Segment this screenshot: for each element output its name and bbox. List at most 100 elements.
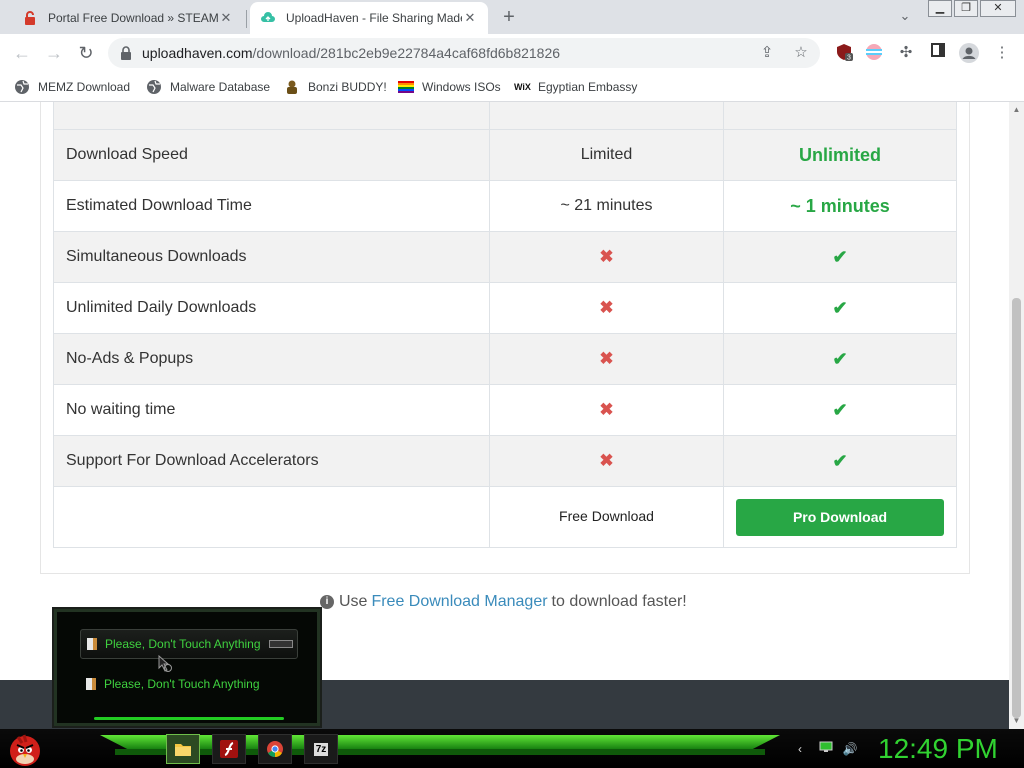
feature-label: Download Speed	[53, 129, 490, 181]
tray-chevron-icon[interactable]: ‹	[792, 741, 808, 757]
file-explorer-icon	[175, 744, 191, 756]
bookmark-egyptian-embassy[interactable]: WiX Egyptian Embassy	[514, 78, 637, 96]
page-scrollbar[interactable]: ▲ ▼	[1009, 102, 1024, 729]
extension-badge: 3	[847, 55, 851, 62]
pro-value: Unlimited	[723, 129, 957, 181]
table-row: Estimated Download Time ~ 21 minutes ~ 1…	[53, 180, 957, 232]
bookmark-label: Windows ISOs	[422, 80, 501, 94]
item-label: Please, Don't Touch Anything	[105, 637, 261, 651]
mini-bar-icon	[268, 640, 293, 648]
ublock-extension-icon[interactable]: 3	[834, 43, 854, 63]
bookmark-label: Egyptian Embassy	[538, 80, 638, 94]
pro-download-button[interactable]: Pro Download	[736, 498, 944, 536]
tab-uploadhaven[interactable]: UploadHaven - File Sharing Made Simple ✕	[250, 2, 488, 34]
profile-avatar-icon[interactable]	[959, 43, 979, 63]
tab-title: Portal Free Download » STEAMUNLOCKED	[48, 11, 218, 25]
cross-icon: ✖	[599, 247, 614, 266]
document-icon	[86, 678, 96, 690]
flag-extension-icon[interactable]	[864, 43, 884, 63]
url-host: uploadhaven.com	[142, 45, 253, 61]
close-window-button[interactable]: ✕	[980, 0, 1016, 17]
info-icon: i	[320, 595, 334, 609]
taskbar-explorer[interactable]	[166, 734, 200, 764]
close-tab-icon[interactable]: ✕	[462, 10, 478, 26]
document-icon	[87, 638, 97, 650]
scroll-thumb[interactable]	[1012, 298, 1021, 718]
cross-icon: ✖	[599, 400, 614, 419]
taskbar: 7z ‹ 🔊 12:49 PM	[0, 729, 1024, 768]
table-row: Download Speed Limited Unlimited	[53, 129, 957, 181]
fdm-link[interactable]: Free Download Manager	[371, 593, 547, 611]
taskbar-neon-strip	[100, 735, 780, 749]
kebab-menu-icon[interactable]: ⋮	[992, 43, 1012, 63]
bookmark-bonzi-buddy[interactable]: Bonzi BUDDY!	[284, 78, 387, 96]
check-icon: ✔	[832, 297, 848, 318]
bookmark-memz[interactable]: MEMZ Download	[14, 78, 130, 96]
tab-steamunlocked[interactable]: Portal Free Download » STEAMUNLOCKED ✕	[12, 2, 247, 34]
free-value: ~ 21 minutes	[489, 180, 724, 232]
list-item[interactable]: Please, Don't Touch Anything	[80, 629, 298, 659]
bookmark-windows-isos[interactable]: Windows ISOs	[398, 78, 501, 96]
free-download-link[interactable]: Free Download	[559, 508, 654, 524]
browser-toolbar: ← → ↻ uploadhaven.com/download/281bc2eb9…	[0, 34, 1024, 72]
network-icon[interactable]	[818, 741, 834, 757]
wix-icon: WiX	[514, 82, 531, 92]
feature-label: Simultaneous Downloads	[53, 231, 490, 283]
side-panel-glyph-icon	[931, 43, 945, 57]
forward-arrow-icon[interactable]: →	[42, 41, 66, 65]
list-item[interactable]: Please, Don't Touch Anything	[80, 669, 298, 699]
tab-title: UploadHaven - File Sharing Made Simple	[286, 11, 462, 25]
cross-icon: ✖	[599, 451, 614, 470]
cross-icon: ✖	[599, 298, 614, 317]
minimize-button[interactable]: ▁	[928, 0, 952, 17]
taskbar-chrome[interactable]	[258, 734, 292, 764]
feature-label: No waiting time	[53, 384, 490, 436]
download-buttons-row: Free Download Pro Download	[53, 486, 957, 548]
table-header-row	[53, 102, 957, 130]
scroll-down-icon[interactable]: ▼	[1012, 716, 1021, 725]
globe-icon	[147, 80, 161, 94]
table-row: No-Ads & Popups ✖ ✔	[53, 333, 957, 385]
new-tab-button[interactable]: +	[498, 6, 520, 28]
person-icon	[959, 43, 979, 63]
free-column-header-clipped	[490, 106, 723, 116]
close-tab-icon[interactable]: ✕	[218, 10, 234, 26]
bookmark-label: Bonzi BUDDY!	[308, 80, 387, 94]
tab-search-chevron-icon[interactable]: ⌄	[896, 8, 914, 26]
reload-icon[interactable]: ↻	[74, 41, 98, 65]
side-panel-icon[interactable]	[928, 43, 948, 63]
url-path: /download/281bc2eb9e22784a4caf68fd6b8218…	[252, 45, 561, 61]
address-bar[interactable]: uploadhaven.com/download/281bc2eb9e22784…	[108, 38, 820, 68]
volume-icon[interactable]: 🔊	[842, 741, 858, 757]
taskbar-flash[interactable]	[212, 734, 246, 764]
plan-comparison-table: Download Speed Limited Unlimited Estimat…	[53, 102, 957, 548]
extensions-puzzle-icon[interactable]: ✣	[896, 43, 916, 63]
shield-icon: 3	[837, 44, 853, 62]
bookmark-star-icon[interactable]: ☆	[792, 44, 810, 62]
scroll-up-icon[interactable]: ▲	[1012, 105, 1021, 114]
share-icon[interactable]: ⇪	[758, 44, 776, 62]
rainbow-flag-icon	[398, 81, 414, 93]
dont-touch-window[interactable]: Please, Don't Touch Anything Please, Don…	[52, 607, 322, 728]
pro-column-header-clipped	[724, 106, 956, 116]
bookmark-label: MEMZ Download	[38, 80, 131, 94]
bookmark-malware-database[interactable]: Malware Database	[146, 78, 270, 96]
restore-button[interactable]: ❐	[954, 0, 978, 17]
table-row: Unlimited Daily Downloads ✖ ✔	[53, 282, 957, 334]
check-icon: ✔	[832, 450, 848, 471]
back-arrow-icon[interactable]: ←	[10, 41, 34, 65]
uploadhaven-cloud-icon	[261, 12, 275, 22]
taskbar-7zip[interactable]: 7z	[304, 734, 338, 764]
lock-icon[interactable]	[120, 46, 132, 60]
check-icon: ✔	[832, 399, 848, 420]
url-text[interactable]: uploadhaven.com/download/281bc2eb9e22784…	[142, 45, 560, 61]
feature-label: Estimated Download Time	[53, 180, 490, 232]
table-row: Simultaneous Downloads ✖ ✔	[53, 231, 957, 283]
check-icon: ✔	[832, 246, 848, 267]
angry-bird-start-icon[interactable]	[6, 729, 44, 768]
taskbar-clock[interactable]: 12:49 PM	[878, 733, 998, 765]
bonzi-icon	[287, 80, 297, 94]
item-label: Please, Don't Touch Anything	[104, 677, 260, 691]
chrome-icon	[267, 741, 283, 758]
table-row: Support For Download Accelerators ✖ ✔	[53, 435, 957, 487]
